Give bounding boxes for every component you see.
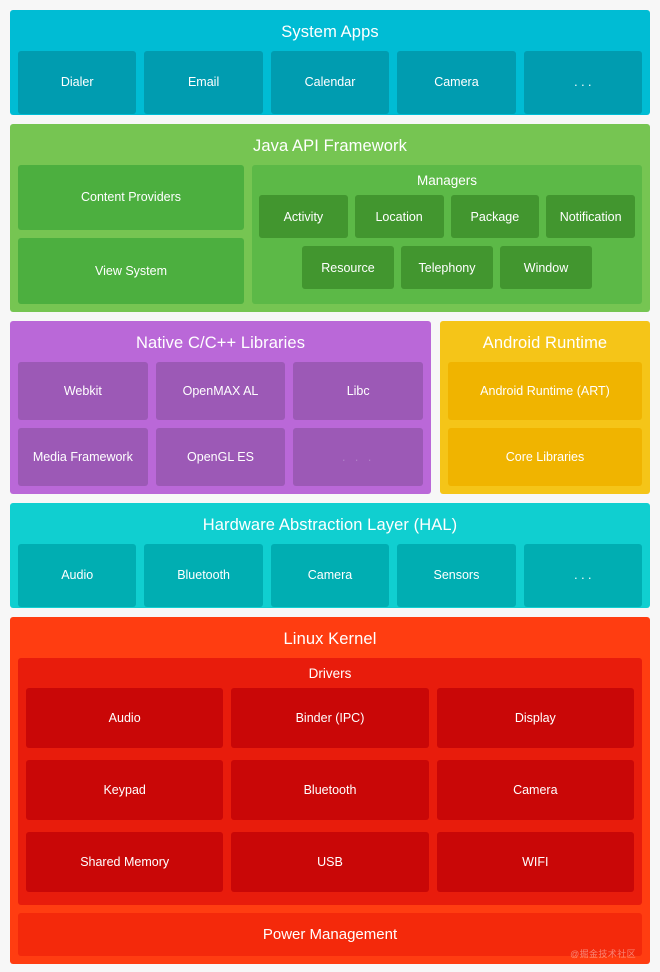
app-calendar[interactable]: Calendar — [270, 50, 390, 114]
layer-native-libraries: Native C/C++ Libraries Webkit OpenMAX AL… — [10, 321, 431, 494]
manager-resource[interactable]: Resource — [302, 246, 394, 289]
layer-title-system-apps: System Apps — [281, 23, 379, 41]
layer-title-hal: Hardware Abstraction Layer (HAL) — [202, 516, 458, 534]
native-libraries-row-2: Media Framework OpenGL ES . . . — [18, 427, 424, 486]
layer-hal: Hardware Abstraction Layer (HAL) Audio B… — [10, 503, 650, 608]
view-system[interactable]: View System — [18, 238, 244, 304]
manager-activity[interactable]: Activity — [259, 195, 348, 238]
manager-window[interactable]: Window — [500, 246, 592, 289]
driver-camera[interactable]: Camera — [436, 760, 634, 820]
watermark: @掘金技术社区 — [570, 949, 636, 959]
core-libraries[interactable]: Core Libraries — [448, 427, 642, 486]
drivers-title: Drivers — [308, 665, 352, 681]
native-libraries-grid: Webkit OpenMAX AL Libc Media Framework O… — [18, 361, 424, 487]
layer-android-runtime: Android Runtime Android Runtime (ART) Co… — [440, 321, 650, 494]
lib-opengl-es[interactable]: OpenGL ES — [155, 427, 286, 486]
hal-camera[interactable]: Camera — [270, 543, 390, 607]
power-management[interactable]: Power Management — [18, 913, 642, 956]
system-apps-row: Dialer Email Calendar Camera . . . — [18, 50, 643, 114]
manager-location[interactable]: Location — [354, 195, 444, 238]
layer-system-apps: System Apps Dialer Email Calendar Camera… — [10, 10, 650, 115]
layer-java-api-framework: Java API Framework Content Providers Vie… — [10, 124, 650, 312]
manager-notification[interactable]: Notification — [546, 195, 635, 238]
app-camera[interactable]: Camera — [397, 50, 516, 114]
layer-title-android-runtime: Android Runtime — [482, 334, 608, 352]
driver-wifi[interactable]: WIFI — [436, 832, 634, 892]
hal-bluetooth[interactable]: Bluetooth — [144, 543, 263, 607]
driver-shared-memory[interactable]: Shared Memory — [26, 832, 224, 892]
driver-audio[interactable]: Audio — [26, 688, 224, 748]
app-more[interactable]: . . . — [523, 50, 643, 114]
managers-title: Managers — [416, 172, 478, 188]
lib-webkit[interactable]: Webkit — [18, 361, 148, 420]
manager-telephony[interactable]: Telephony — [401, 246, 493, 289]
hal-sensors[interactable]: Sensors — [397, 543, 516, 607]
lib-media-framework[interactable]: Media Framework — [18, 427, 148, 486]
drivers-row-1: Audio Binder (IPC) Display — [26, 688, 634, 752]
native-libraries-row-1: Webkit OpenMAX AL Libc — [18, 361, 424, 420]
app-dialer[interactable]: Dialer — [18, 50, 137, 114]
layer-title-java-api-framework: Java API Framework — [252, 137, 407, 155]
layer-title-native-libraries: Native C/C++ Libraries — [135, 334, 306, 352]
architecture-diagram: System Apps Dialer Email Calendar Camera… — [0, 0, 660, 972]
drivers-group: Drivers Audio Binder (IPC) Display Keypa… — [18, 657, 642, 905]
lib-openmax-al[interactable]: OpenMAX AL — [155, 361, 286, 420]
app-email[interactable]: Email — [144, 50, 263, 114]
drivers-row-3: Shared Memory USB WIFI — [26, 832, 634, 896]
java-framework-body: Content Providers View System Managers A… — [18, 164, 642, 304]
hal-more[interactable]: . . . — [523, 543, 643, 607]
lib-libc[interactable]: Libc — [293, 361, 424, 420]
managers-group: Managers Activity Location Package Notif… — [252, 164, 642, 304]
layer-linux-kernel: Linux Kernel Drivers Audio Binder (IPC) … — [10, 617, 650, 964]
lib-more[interactable]: . . . — [293, 427, 424, 486]
hal-audio[interactable]: Audio — [18, 543, 137, 607]
drivers-row-2: Keypad Bluetooth Camera — [26, 760, 634, 824]
drivers-grid: Audio Binder (IPC) Display Keypad Blueto… — [26, 688, 634, 896]
middle-layer-row: Native C/C++ Libraries Webkit OpenMAX AL… — [10, 321, 650, 494]
managers-row-2: Resource Telephony Window — [259, 246, 635, 289]
driver-usb[interactable]: USB — [231, 832, 429, 892]
driver-binder-ipc[interactable]: Binder (IPC) — [231, 688, 429, 748]
driver-display[interactable]: Display — [436, 688, 634, 748]
driver-bluetooth[interactable]: Bluetooth — [231, 760, 429, 820]
java-framework-left-column: Content Providers View System — [18, 164, 244, 304]
layer-title-linux-kernel: Linux Kernel — [283, 630, 377, 648]
manager-package[interactable]: Package — [450, 195, 540, 238]
managers-row-1: Activity Location Package Notification — [259, 195, 635, 238]
driver-keypad[interactable]: Keypad — [26, 760, 224, 820]
android-runtime-grid: Android Runtime (ART) Core Libraries — [448, 361, 642, 486]
hal-row: Audio Bluetooth Camera Sensors . . . — [18, 543, 643, 607]
android-runtime-art[interactable]: Android Runtime (ART) — [448, 361, 642, 420]
content-providers[interactable]: Content Providers — [18, 164, 244, 231]
